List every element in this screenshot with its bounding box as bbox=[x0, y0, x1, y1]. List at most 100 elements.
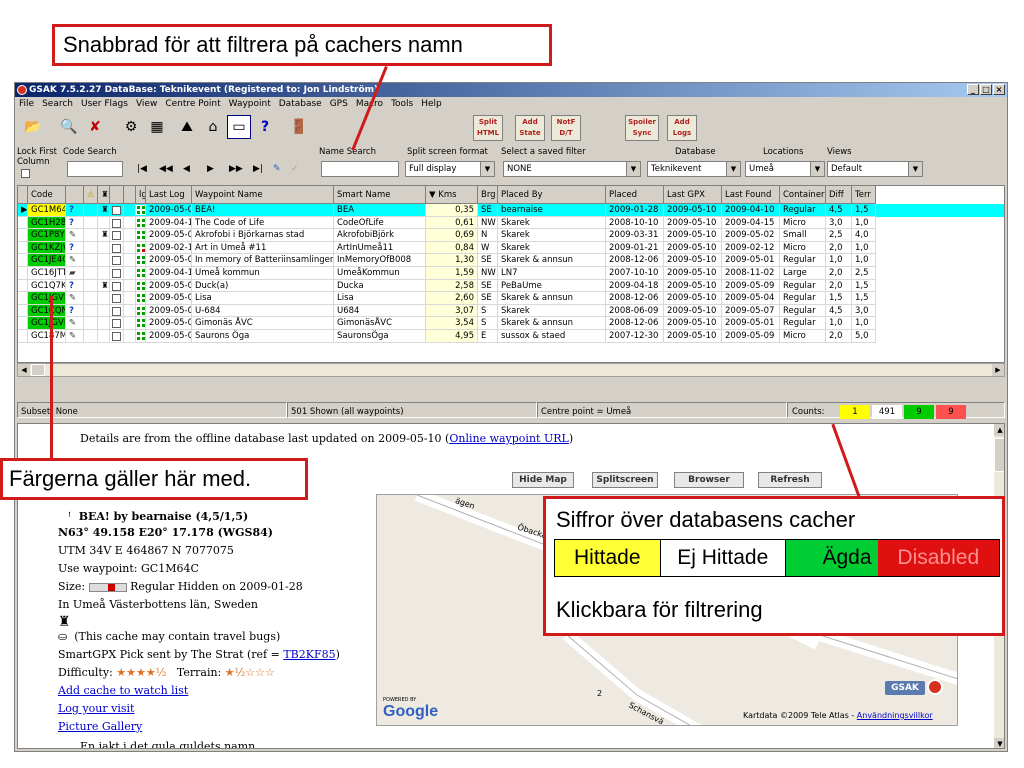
column-header-smart-name[interactable]: Smart Name bbox=[334, 186, 426, 204]
horizontal-scrollbar[interactable]: ◀ ▶ bbox=[17, 363, 1005, 377]
table-row[interactable]: GC1H284?2009-04-15The Code of LifeCodeOf… bbox=[18, 216, 1004, 230]
add-state-button[interactable]: Add State bbox=[515, 115, 545, 141]
delete-icon[interactable]: ✘ bbox=[83, 115, 107, 139]
open-folder-icon[interactable]: 📂 bbox=[21, 115, 45, 139]
hide-map-button[interactable]: Hide Map bbox=[512, 472, 574, 488]
spoiler-sync-button[interactable]: Spoiler Sync bbox=[625, 115, 659, 141]
user-flag-checkbox[interactable] bbox=[112, 294, 121, 304]
column-header-lg[interactable]: lg bbox=[136, 186, 146, 204]
menu-centre-point[interactable]: Centre Point bbox=[161, 97, 224, 112]
detail-scroll-thumb[interactable] bbox=[994, 438, 1004, 472]
last-record-icon[interactable]: ▶| bbox=[253, 164, 263, 174]
cell-user-flag[interactable] bbox=[110, 292, 124, 305]
help-icon[interactable]: ? bbox=[253, 115, 277, 139]
column-header-waypoint-name[interactable]: Waypoint Name bbox=[192, 186, 334, 204]
home-icon[interactable]: ⌂ bbox=[201, 115, 225, 139]
user-flag-checkbox[interactable] bbox=[112, 281, 121, 291]
locations-select[interactable]: Umeå ▼ bbox=[745, 161, 825, 177]
user-flag-checkbox[interactable] bbox=[112, 319, 121, 329]
menu-tools[interactable]: Tools bbox=[387, 97, 417, 112]
column-header-last-gpx[interactable]: Last GPX bbox=[664, 186, 722, 204]
table-row[interactable]: GC1JGVN✎2009-05-01Gimonäs ÅVCGimonäsÅVC3… bbox=[18, 317, 1004, 330]
column-header-type[interactable] bbox=[66, 186, 84, 204]
lock-first-column-checkbox[interactable] bbox=[21, 169, 30, 178]
close-button[interactable]: × bbox=[993, 84, 1005, 95]
scroll-left-icon[interactable]: ◀ bbox=[18, 364, 30, 376]
table-row[interactable]: GC1KZJW?2009-02-12Art in Umeå #11ArtInUm… bbox=[18, 241, 1004, 255]
column-header-code[interactable]: Code bbox=[28, 186, 66, 204]
scroll-thumb[interactable] bbox=[31, 364, 45, 376]
refresh-button[interactable]: Refresh bbox=[758, 472, 822, 488]
count-total[interactable]: 491 bbox=[872, 405, 902, 419]
table-row[interactable]: GC16JTT▰ 2009-04-10Umeå kommunUmeåKommun1… bbox=[18, 267, 1004, 280]
cell-user-flag[interactable] bbox=[110, 279, 124, 293]
count-found[interactable]: 1 bbox=[840, 405, 870, 419]
browser-button[interactable]: Browser bbox=[674, 472, 744, 488]
notf-dt-button[interactable]: NotF D/T bbox=[551, 115, 581, 141]
menu-search[interactable]: Search bbox=[38, 97, 77, 112]
code-search-input[interactable] bbox=[67, 161, 123, 177]
add-logs-button[interactable]: Add Logs bbox=[667, 115, 697, 141]
user-flag-checkbox[interactable] bbox=[112, 269, 121, 278]
first-record-icon[interactable]: |◀ bbox=[137, 164, 147, 174]
cancel-edit-icon[interactable]: ✓ bbox=[291, 164, 299, 174]
menu-help[interactable]: Help bbox=[417, 97, 446, 112]
menu-file[interactable]: File bbox=[15, 97, 38, 112]
user-flag-checkbox[interactable] bbox=[112, 332, 121, 341]
database-select[interactable]: Teknikevent ▼ bbox=[647, 161, 741, 177]
count-owned[interactable]: 9 bbox=[904, 405, 934, 419]
column-header-user-flag[interactable] bbox=[110, 186, 124, 204]
menu-waypoint[interactable]: Waypoint bbox=[225, 97, 275, 112]
print-preview-icon[interactable]: 🔍 bbox=[57, 115, 81, 139]
picture-gallery-link[interactable]: Picture Gallery bbox=[58, 720, 142, 733]
prev-record-icon[interactable]: ◀ bbox=[183, 164, 190, 174]
saved-filter-select[interactable]: NONE ▼ bbox=[503, 161, 641, 177]
menu-user-flags[interactable]: User Flags bbox=[77, 97, 132, 112]
watch-list-link[interactable]: Add cache to watch list bbox=[58, 684, 188, 697]
column-header-placed[interactable]: Placed bbox=[606, 186, 664, 204]
table-row[interactable]: GC1Q7KZ?♜2009-05-09Duck(a)Ducka2,58SEPeB… bbox=[18, 279, 1004, 293]
cell-user-flag[interactable] bbox=[110, 267, 124, 280]
column-header-last-log[interactable]: Last Log bbox=[146, 186, 192, 204]
cell-user-flag[interactable] bbox=[110, 317, 124, 330]
count-disabled[interactable]: 9 bbox=[936, 405, 966, 419]
user-flag-checkbox[interactable] bbox=[112, 218, 121, 228]
column-header-brg[interactable]: Brg bbox=[478, 186, 498, 204]
terms-link[interactable]: Användningsvillkor bbox=[857, 711, 933, 720]
table-row[interactable]: GC1JGVM✎2009-05-04LisaLisa2,60SESkarek &… bbox=[18, 292, 1004, 305]
settings-icon[interactable]: ⚙ bbox=[119, 115, 143, 139]
column-header-indicator[interactable] bbox=[18, 186, 28, 204]
user-flag-checkbox[interactable] bbox=[112, 231, 121, 241]
column-header-warning[interactable]: ⚠ bbox=[84, 186, 98, 204]
user-flag-checkbox[interactable] bbox=[112, 206, 121, 215]
maximize-button[interactable]: □ bbox=[980, 84, 992, 95]
exit-icon[interactable]: 🚪 bbox=[287, 115, 311, 139]
table-row[interactable]: GC187MV✎2009-05-09Saurons ÖgaSauronsÖga4… bbox=[18, 330, 1004, 343]
table-row[interactable]: GC1P8YM✎ ♜ 2009-05-05Akrofobi i Björkarnas… bbox=[18, 229, 1004, 242]
cell-user-flag[interactable] bbox=[110, 241, 124, 255]
menu-view[interactable]: View bbox=[132, 97, 161, 112]
user-flag-checkbox[interactable] bbox=[112, 243, 121, 253]
next-record-icon[interactable]: ▶ bbox=[207, 164, 214, 174]
name-search-input[interactable] bbox=[321, 161, 399, 177]
cell-user-flag[interactable] bbox=[110, 304, 124, 318]
column-header-last-found[interactable]: Last Found bbox=[722, 186, 780, 204]
scroll-right-icon[interactable]: ▶ bbox=[992, 364, 1004, 376]
cell-user-flag[interactable] bbox=[110, 204, 124, 217]
travel-bug-link[interactable]: TB2KF85 bbox=[283, 648, 335, 661]
column-header-placed-by[interactable]: Placed By bbox=[498, 186, 606, 204]
cell-user-flag[interactable] bbox=[110, 229, 124, 242]
log-visit-link[interactable]: Log your visit bbox=[58, 702, 134, 715]
views-select[interactable]: Default ▼ bbox=[827, 161, 923, 177]
column-header-container[interactable]: Container bbox=[780, 186, 826, 204]
scroll-down-icon[interactable]: ▼ bbox=[994, 738, 1004, 748]
column-header-travel-bug[interactable]: ♜ bbox=[98, 186, 110, 204]
scroll-up-icon[interactable]: ▲ bbox=[994, 424, 1004, 436]
user-flag-checkbox[interactable] bbox=[112, 306, 121, 316]
table-row[interactable]: GC1CQNX?2009-05-07U-684U6843,07SSkarek20… bbox=[18, 304, 1004, 318]
column-header-terr[interactable]: Terr bbox=[852, 186, 876, 204]
column-header-note[interactable] bbox=[124, 186, 136, 204]
user-flag-checkbox[interactable] bbox=[112, 256, 121, 266]
minimize-button[interactable]: _ bbox=[967, 84, 979, 95]
cell-user-flag[interactable] bbox=[110, 216, 124, 230]
